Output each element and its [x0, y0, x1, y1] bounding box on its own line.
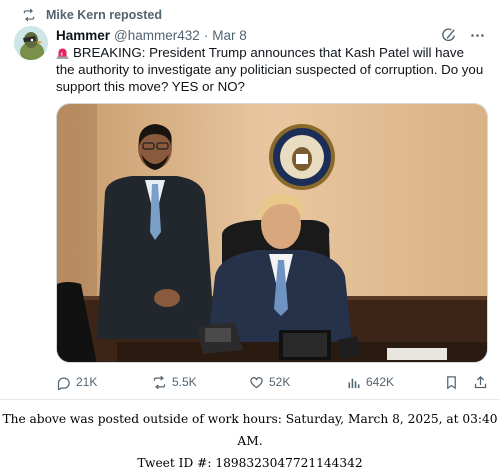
tweet-text: BREAKING: President Trump announces that…: [56, 44, 486, 95]
views-button[interactable]: 642K: [346, 375, 442, 390]
action-bar: 21K 5.5K 52K 642K: [56, 373, 488, 391]
separator-dot: ·: [203, 27, 209, 43]
author-name[interactable]: Hammer: [56, 28, 110, 43]
reply-count: 21K: [76, 375, 98, 389]
tweet-photo[interactable]: [56, 103, 488, 363]
divider: [0, 399, 500, 400]
bookmark-icon[interactable]: [444, 375, 459, 390]
more-icon[interactable]: [469, 27, 486, 44]
footer-tweet-id: Tweet ID #: 1898323047721144342: [137, 456, 363, 470]
footer-note: The above was posted outside of work hou…: [0, 408, 500, 474]
author-handle[interactable]: @hammer432: [114, 28, 200, 43]
repost-count: 5.5K: [172, 375, 197, 389]
repost-button[interactable]: 5.5K: [152, 375, 249, 390]
tweet-header: Hammer @hammer432 · Mar 8: [56, 26, 486, 44]
like-button[interactable]: 52K: [249, 375, 346, 390]
repost-label: Mike Kern reposted: [46, 8, 163, 22]
heart-icon: [250, 376, 263, 388]
siren-icon: [56, 48, 69, 59]
view-count: 642K: [366, 375, 395, 389]
avatar[interactable]: [14, 26, 48, 60]
grok-icon[interactable]: [440, 27, 457, 44]
like-count: 52K: [269, 375, 291, 389]
tweet-body: BREAKING: President Trump announces that…: [56, 45, 484, 94]
presidential-seal: [269, 124, 335, 190]
repost-indicator[interactable]: Mike Kern reposted: [22, 7, 162, 23]
footer-posted-time: The above was posted outside of work hou…: [2, 412, 498, 448]
tweet-date[interactable]: Mar 8: [212, 28, 247, 43]
reply-icon: [57, 376, 70, 390]
share-icon[interactable]: [473, 375, 488, 390]
reply-button[interactable]: 21K: [56, 375, 152, 390]
repost-icon: [23, 8, 35, 22]
views-chart-icon: [348, 378, 360, 388]
repost-action-icon: [153, 375, 166, 389]
